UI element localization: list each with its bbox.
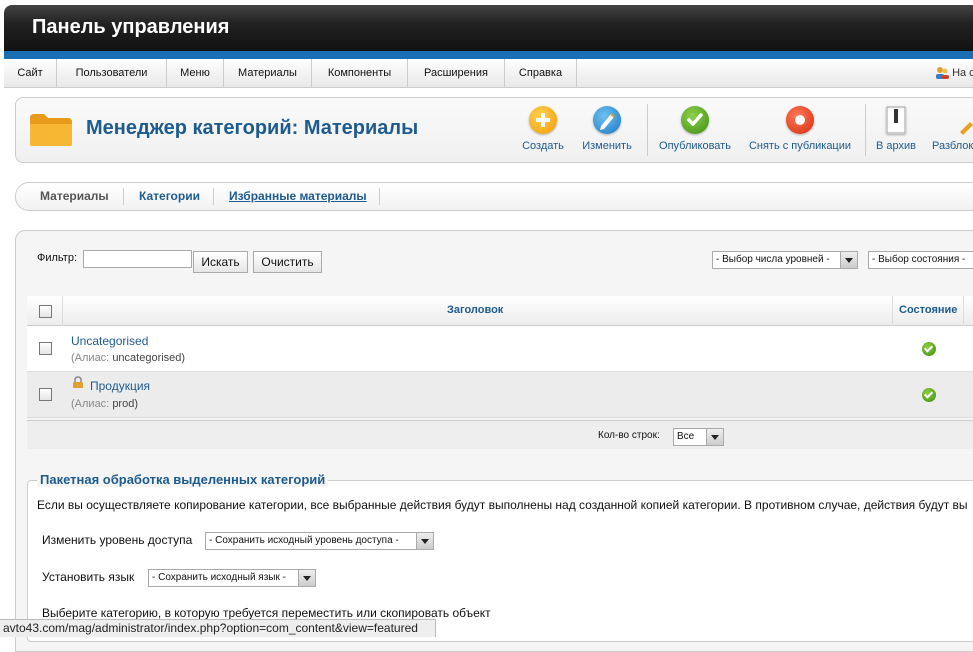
clear-button[interactable]: Очистить	[253, 251, 322, 273]
archive-button[interactable]: В архив	[873, 106, 919, 152]
access-level-select-value: - Сохранить исходный уровень доступа -	[209, 535, 399, 546]
rows-per-page-value: Все	[677, 431, 695, 442]
user-status[interactable]: На с	[935, 59, 973, 87]
menu-item-site[interactable]: Сайт	[4, 59, 57, 87]
published-icon[interactable]	[922, 388, 936, 402]
table-row: Uncategorised (Алиас: uncategorised)	[27, 326, 973, 372]
chevron-down-icon	[840, 252, 857, 268]
main-menu: Сайт Пользователи Меню Материалы Компоне…	[4, 59, 973, 88]
pencil-icon	[593, 106, 621, 134]
menu-item-extensions[interactable]: Расширения	[408, 59, 505, 87]
levels-select-value: - Выбор числа уровней -	[716, 254, 830, 265]
state-select-value: - Выбор состояния -	[872, 254, 966, 265]
language-label: Установить язык	[42, 570, 135, 584]
menu-item-menus[interactable]: Меню	[167, 59, 224, 87]
unpublish-button[interactable]: Снять с публикации	[747, 106, 853, 152]
row-checkbox[interactable]	[39, 342, 52, 355]
access-level-select[interactable]: - Сохранить исходный уровень доступа -	[205, 532, 434, 550]
toolbar-divider	[865, 104, 866, 156]
checkin-icon	[932, 106, 973, 140]
levels-select[interactable]: - Выбор числа уровней -	[712, 251, 858, 269]
rows-per-page-select[interactable]: Все	[673, 428, 724, 446]
batch-description: Если вы осуществляете копирование катего…	[37, 498, 968, 512]
alias-label: (Алиас:	[71, 398, 110, 410]
menu-item-users[interactable]: Пользователи	[57, 59, 167, 87]
edit-button[interactable]: Изменить	[579, 106, 635, 152]
create-button[interactable]: Создать	[521, 106, 565, 152]
table-row: Продукция (Алиас: prod)	[27, 372, 973, 418]
lock-icon[interactable]	[72, 376, 84, 389]
language-select[interactable]: - Сохранить исходный язык -	[148, 569, 316, 587]
publish-button[interactable]: Опубликовать	[656, 106, 734, 152]
tab-featured[interactable]: Избранные материалы	[229, 183, 367, 210]
folder-icon	[30, 114, 72, 146]
filter-search-input[interactable]	[83, 250, 192, 268]
search-button[interactable]: Искать	[193, 251, 248, 273]
published-icon[interactable]	[922, 342, 936, 356]
plus-icon	[529, 106, 557, 134]
tab-divider	[213, 188, 214, 205]
users-icon	[936, 67, 949, 80]
menu-item-help[interactable]: Справка	[505, 59, 577, 87]
column-state-header[interactable]: Состояние	[899, 304, 957, 316]
chevron-down-icon	[416, 533, 433, 549]
tab-categories[interactable]: Категории	[139, 183, 200, 210]
chevron-down-icon	[706, 429, 723, 445]
publish-button-label: Опубликовать	[659, 140, 731, 152]
page-title: Менеджер категорий: Материалы	[86, 117, 419, 139]
state-select[interactable]: - Выбор состояния -	[868, 251, 973, 269]
edit-button-label: Изменить	[582, 140, 632, 152]
user-status-text: На с	[952, 67, 973, 79]
header-strip	[4, 51, 973, 59]
category-title-link[interactable]: Продукция	[90, 379, 150, 393]
filter-label: Фильтр:	[37, 252, 78, 264]
tab-divider	[379, 188, 380, 205]
row-checkbox[interactable]	[39, 388, 52, 401]
alias-label: (Алиас:	[71, 352, 110, 364]
rows-per-page-label: Кол-во строк:	[598, 430, 660, 441]
column-title-header[interactable]: Заголовок	[447, 304, 503, 316]
alias-value: prod)	[112, 398, 138, 410]
toolbar-divider	[647, 104, 648, 156]
table-footer: Кол-во строк: Все	[27, 420, 973, 449]
menu-item-components[interactable]: Компоненты	[312, 59, 408, 87]
checkmark-icon	[681, 106, 709, 134]
archive-button-label: В архив	[876, 140, 916, 152]
create-button-label: Создать	[522, 140, 564, 152]
category-alias: (Алиас: prod)	[71, 398, 138, 410]
unpublish-icon	[786, 106, 814, 134]
alias-value: uncategorised)	[112, 352, 186, 364]
checkin-button-label: Разблок	[932, 140, 973, 152]
tab-articles[interactable]: Материалы	[40, 183, 109, 210]
batch-legend: Пакетная обработка выделенных категорий	[37, 472, 329, 487]
tab-divider	[123, 188, 124, 205]
browser-status-url: avto43.com/mag/administrator/index.php?o…	[0, 619, 436, 637]
admin-header: Панель управления	[4, 5, 973, 51]
archive-icon	[886, 106, 906, 134]
category-move-label: Выберите категорию, в которую требуется …	[42, 606, 491, 620]
chevron-down-icon	[298, 570, 315, 586]
category-alias: (Алиас: uncategorised)	[71, 352, 185, 364]
header-title: Панель управления	[32, 16, 230, 38]
menu-item-content[interactable]: Материалы	[224, 59, 312, 87]
checkin-button[interactable]: Разблок	[932, 106, 973, 152]
language-select-value: - Сохранить исходный язык -	[152, 572, 286, 583]
unpublish-button-label: Снять с публикации	[748, 140, 852, 152]
select-all-checkbox[interactable]	[39, 305, 52, 318]
toolbar-box: Менеджер категорий: Материалы Создать Из…	[15, 97, 973, 163]
access-level-label: Изменить уровень доступа	[42, 533, 193, 547]
category-title-link[interactable]: Uncategorised	[71, 334, 148, 348]
subnav-tabs: Материалы Категории Избранные материалы	[15, 182, 973, 211]
table-header: Заголовок Состояние	[27, 296, 973, 326]
